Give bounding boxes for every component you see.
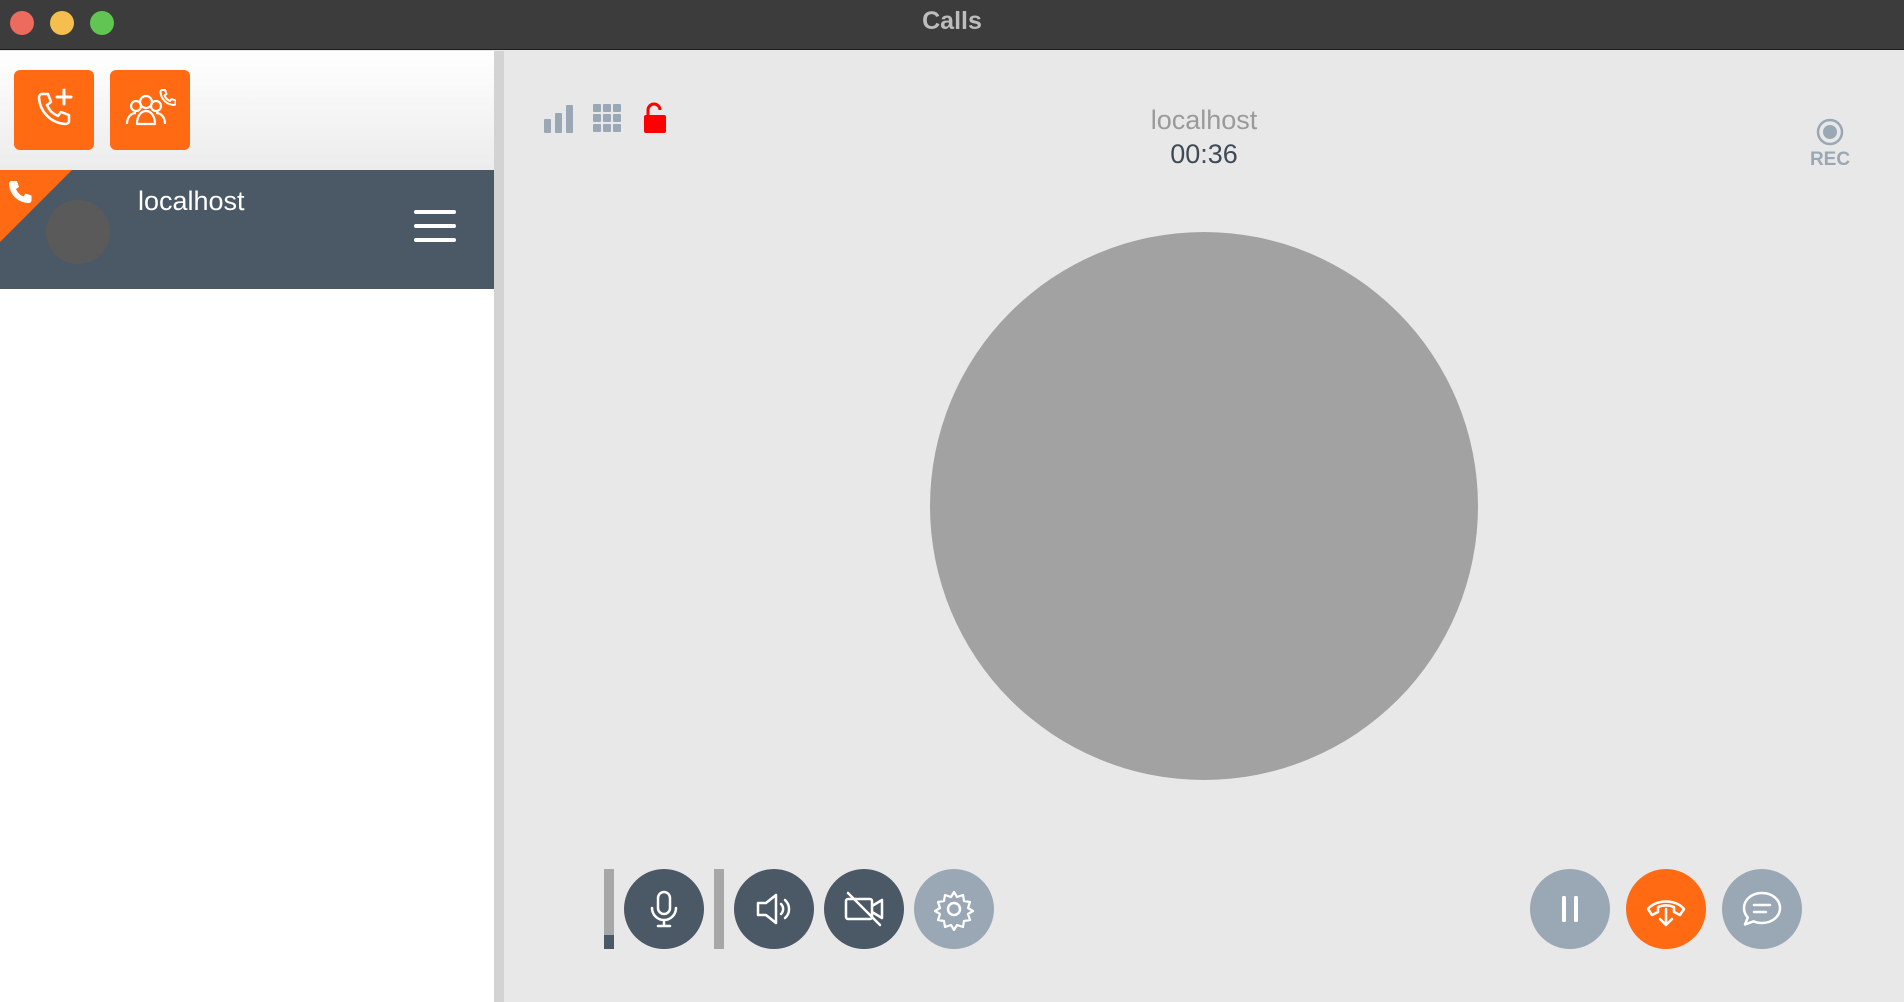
call-contact-name: localhost [138,186,245,216]
settings-button[interactable] [914,869,994,949]
peer-name: localhost [1150,105,1258,135]
menu-line [414,224,456,228]
call-transfer-icon [1646,900,1686,927]
phone-icon [9,181,32,203]
call-timer: 00:36 [1170,139,1238,169]
phone-plus-icon [37,88,73,126]
conference-call-icon [125,89,176,126]
chat-button[interactable] [1722,869,1802,949]
call-list-item[interactable]: localhost [0,170,494,289]
microphone-icon [650,890,678,928]
avatar [46,200,110,264]
mute-microphone-button[interactable] [624,869,704,949]
chat-bubble-icon [1742,891,1782,926]
call-menu-button[interactable] [414,210,456,250]
record-label: REC [1809,149,1851,170]
sidebar: localhost [0,51,494,1002]
speaker-level-meter [714,869,724,949]
mic-level-fill [604,935,614,949]
gear-icon [933,890,975,931]
peer-avatar [930,232,1478,780]
call-panel: localhost 00:36 REC [504,51,1904,1002]
video-toggle-button[interactable] [824,869,904,949]
video-off-icon [844,891,884,927]
record-button[interactable]: REC [1800,117,1860,171]
window-title: Calls [922,7,982,35]
hold-button[interactable] [1530,869,1610,949]
pause-icon [1562,896,1578,922]
menu-line [414,238,456,242]
record-icon [1816,118,1844,146]
sidebar-toolbar [0,51,494,170]
speaker-icon [756,893,791,925]
conference-call-button[interactable] [110,70,190,150]
title-bar: Calls [0,0,1904,50]
menu-line [414,210,456,214]
panel-divider[interactable] [494,51,504,1002]
speaker-button[interactable] [734,869,814,949]
mic-level-meter [604,869,614,949]
transfer-button[interactable] [1626,869,1706,949]
new-call-button[interactable] [14,70,94,150]
